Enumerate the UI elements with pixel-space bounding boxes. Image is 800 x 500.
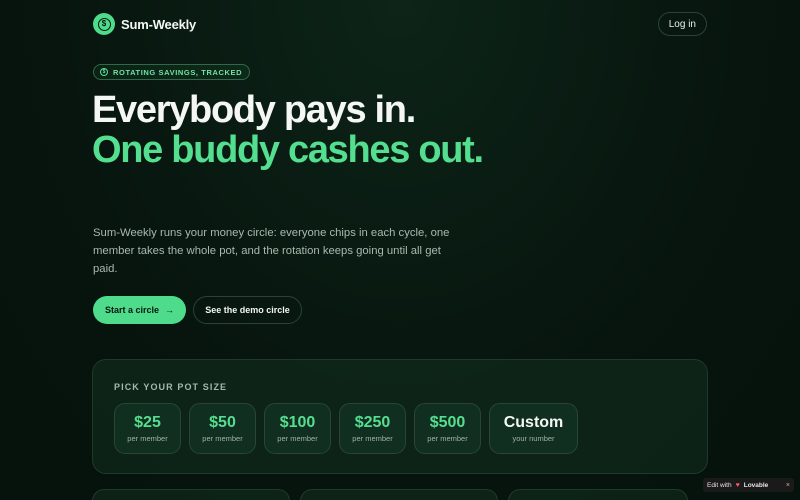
pot-option-100[interactable]: $100 per member — [264, 403, 331, 454]
demo-circle-button[interactable]: See the demo circle — [193, 296, 302, 324]
site-header: $ Sum-Weekly Log in — [93, 12, 707, 36]
pot-sub: your number — [512, 434, 555, 443]
pot-amount: $250 — [354, 414, 391, 431]
pot-sub: per member — [352, 434, 393, 443]
pot-sub: per member — [127, 434, 168, 443]
pot-amount: $25 — [134, 414, 161, 431]
pot-option-250[interactable]: $250 per member — [339, 403, 406, 454]
pot-amount: Custom — [503, 414, 564, 431]
pot-option-custom[interactable]: Custom your number — [489, 403, 578, 454]
feature-card-peek — [92, 489, 290, 500]
headline-line1: Everybody pays in. — [92, 89, 416, 131]
hero-badge: $ ROTATING SAVINGS, TRACKED — [93, 64, 251, 80]
pot-option-50[interactable]: $50 per member — [189, 403, 256, 454]
feature-card-peek — [300, 489, 498, 500]
pot-options: $25 per member $50 per member $100 per m… — [114, 403, 578, 454]
pot-option-500[interactable]: $500 per member — [414, 403, 481, 454]
start-circle-button[interactable]: Start a circle → — [93, 296, 186, 324]
arrow-right-icon: → — [165, 305, 175, 315]
pot-amount: $50 — [209, 414, 236, 431]
heart-icon: ♥ — [735, 481, 740, 489]
dollar-logo-icon: $ — [93, 13, 115, 35]
logo-glyph: $ — [97, 17, 111, 31]
pot-size-panel: PICK YOUR POT SIZE $25 per member $50 pe… — [92, 359, 708, 474]
brand-name: Sum-Weekly — [121, 16, 197, 32]
pot-sub: per member — [277, 434, 318, 443]
dollar-icon: $ — [100, 68, 108, 76]
pot-sub: per member — [427, 434, 468, 443]
pot-sub: per member — [202, 434, 243, 443]
hero-subtext: Sum-Weekly runs your money circle: every… — [93, 227, 450, 275]
close-icon[interactable]: × — [786, 482, 790, 489]
feature-card-peek — [508, 489, 688, 500]
lovable-brand: Lovable — [743, 481, 769, 489]
pot-amount: $100 — [279, 414, 316, 431]
pot-amount: $500 — [429, 414, 466, 431]
edit-with-lovable-badge[interactable]: Edit with ♥ Lovable × — [703, 478, 794, 492]
lovable-prefix: Edit with — [707, 481, 732, 489]
pot-option-25[interactable]: $25 per member — [114, 403, 181, 454]
brand[interactable]: $ Sum-Weekly — [93, 13, 196, 35]
login-button[interactable]: Log in — [657, 12, 707, 36]
headline-line2: One buddy cashes out. — [92, 129, 484, 171]
hero-headline: Everybody pays in. One buddy cashes out. — [92, 90, 512, 170]
start-circle-label: Start a circle — [104, 305, 160, 315]
panel-title: PICK YOUR POT SIZE — [114, 382, 228, 392]
badge-text: ROTATING SAVINGS, TRACKED — [113, 67, 243, 77]
